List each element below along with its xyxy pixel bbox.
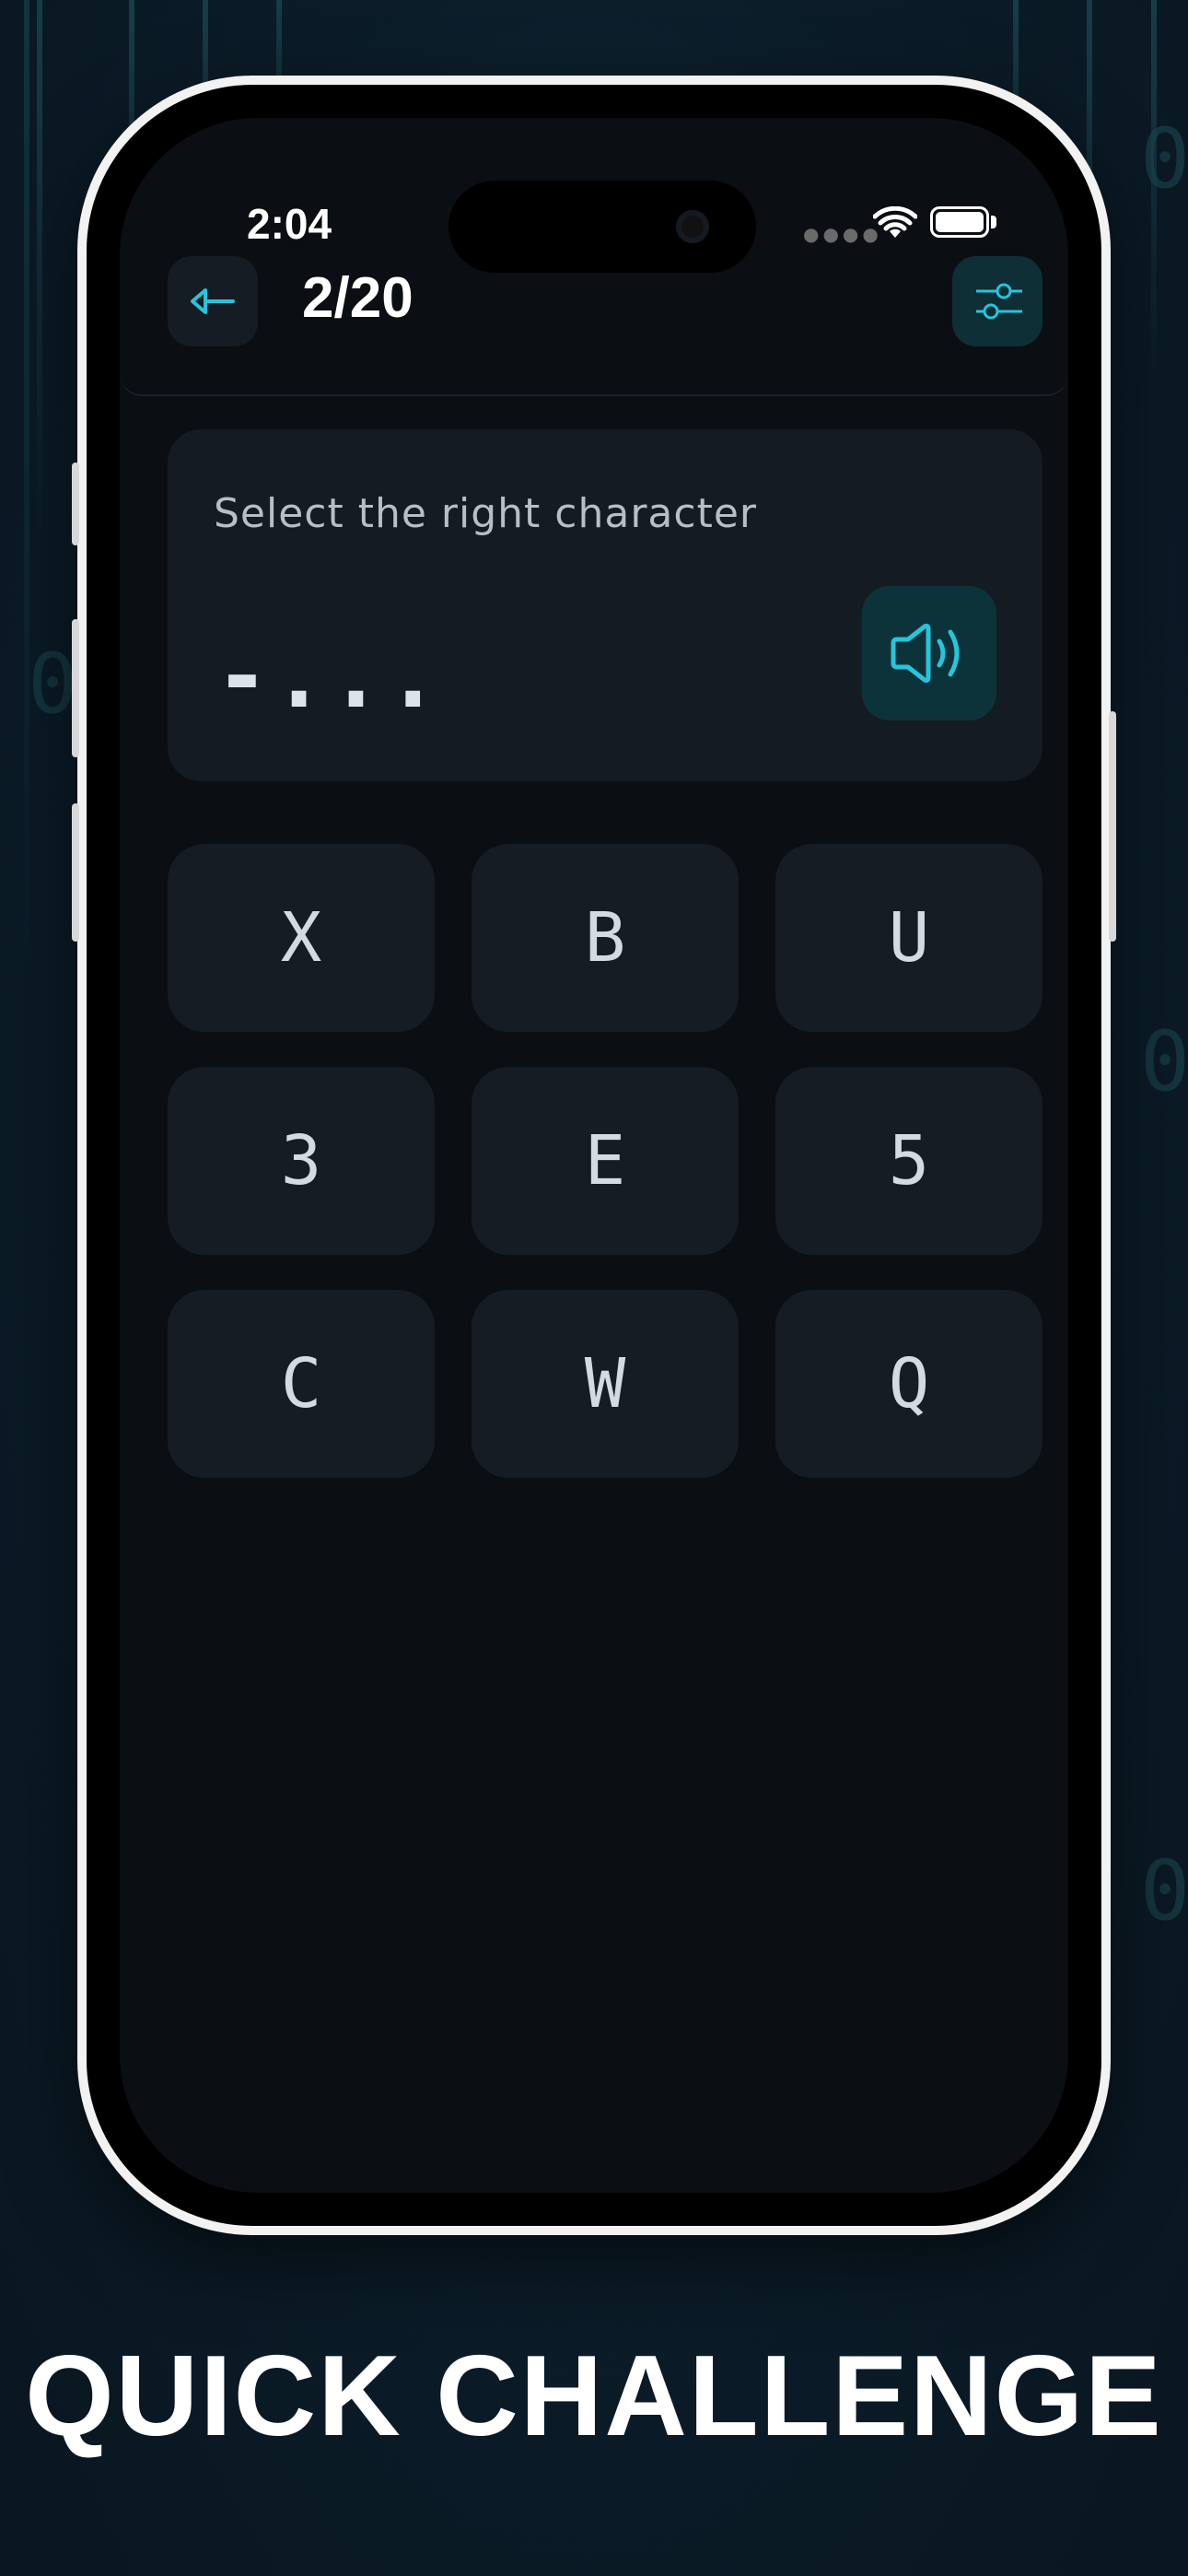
status-time: 2:04 — [247, 200, 332, 248]
phone-frame: 2:04 ●●●● 2/20 Select the right characte… — [72, 76, 1116, 2235]
play-sound-button[interactable] — [862, 586, 996, 720]
settings-button[interactable] — [952, 256, 1042, 346]
answer-option[interactable]: B — [472, 844, 739, 1032]
answer-option[interactable]: 3 — [168, 1067, 435, 1255]
top-bar — [120, 247, 1068, 396]
battery-icon — [930, 206, 989, 238]
answer-option[interactable]: E — [472, 1067, 739, 1255]
signal-icon: ●●●● — [803, 223, 882, 245]
morse-code: -... — [215, 625, 444, 728]
answer-option[interactable]: 5 — [775, 1067, 1042, 1255]
progress-counter: 2/20 — [302, 266, 413, 330]
wifi-icon — [873, 206, 917, 238]
answer-option[interactable]: Q — [775, 1290, 1042, 1478]
promo-headline: QUICK CHALLENGE — [25, 2333, 1163, 2460]
app-screen: 2:04 ●●●● 2/20 Select the right characte… — [120, 118, 1068, 2193]
camera-icon — [676, 210, 709, 243]
sliders-icon — [976, 283, 1022, 320]
answer-option[interactable]: W — [472, 1290, 739, 1478]
answer-option[interactable]: X — [168, 844, 435, 1032]
question-card: Select the right character -... — [168, 429, 1042, 781]
arrow-left-icon — [191, 288, 235, 314]
back-button[interactable] — [168, 256, 258, 346]
question-prompt: Select the right character — [214, 490, 757, 537]
answer-option[interactable]: C — [168, 1290, 435, 1478]
speaker-icon — [891, 623, 960, 684]
answer-option[interactable]: U — [775, 844, 1042, 1032]
